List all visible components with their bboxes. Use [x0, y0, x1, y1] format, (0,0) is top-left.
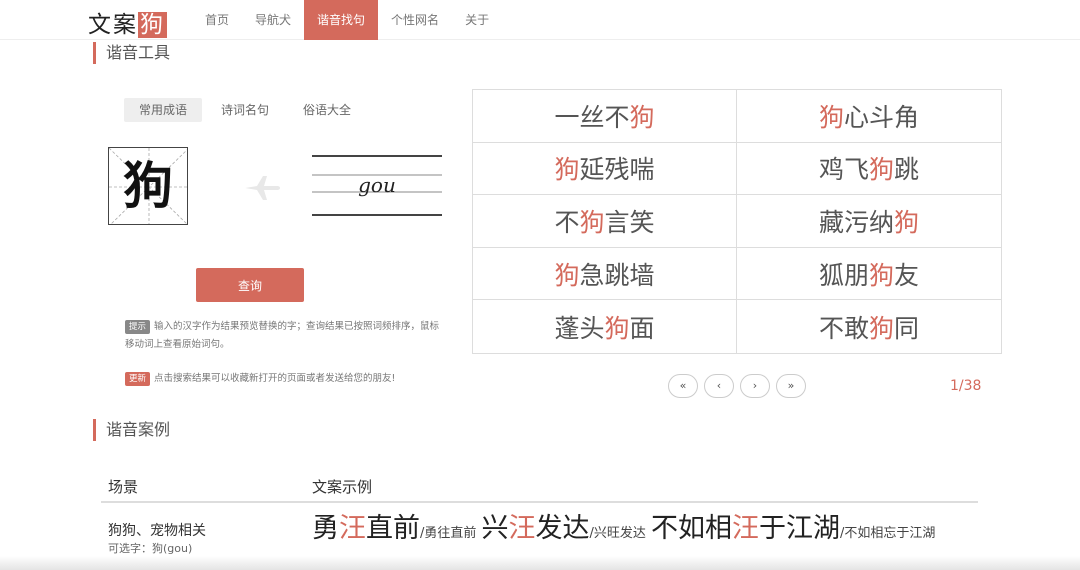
tab-proverbs[interactable]: 俗语大全	[288, 98, 366, 122]
next-page-button[interactable]: ›	[740, 374, 770, 398]
update-badge: 更新	[125, 372, 151, 386]
tip-text: 输入的汉字作为结果预览替换的字；查询结果已按照词频排序，鼠标移动词上查看原始词句…	[125, 321, 440, 350]
nav-item-homophone[interactable]: 谐音找句	[304, 0, 379, 40]
nav-item-about[interactable]: 关于	[452, 0, 502, 40]
update-message: 更新 点击搜索结果可以收藏新打开的页面或者发送给您的朋友!	[125, 370, 445, 388]
column-header-example: 文案示例	[312, 478, 373, 496]
result-cell[interactable]: 不敢狗同	[737, 300, 1001, 353]
tab-idioms[interactable]: 常用成语	[124, 98, 203, 122]
tip-message: 提示 输入的汉字作为结果预览替换的字；查询结果已按照词频排序，鼠标移动词上查看原始…	[125, 318, 445, 354]
logo-accent: 狗	[138, 12, 167, 38]
result-cell[interactable]: 狗心斗角	[737, 90, 1001, 143]
query-button[interactable]: 查询	[196, 268, 304, 302]
pinyin-text: gou	[358, 173, 396, 197]
category-tabs: 常用成语 诗词名句 俗语大全	[124, 98, 370, 122]
case-example: 勇汪直前/勇往直前 兴汪发达/兴旺发达 不如相汪于江湖/不如相忘于江湖	[312, 513, 936, 544]
last-page-button[interactable]: »	[776, 374, 806, 398]
pinyin-display: gou	[312, 155, 442, 217]
nav-item-nickname[interactable]: 个性网名	[378, 0, 452, 40]
result-cell[interactable]: 狐朋狗友	[737, 248, 1001, 301]
case-scene: 狗狗、宠物相关	[108, 523, 206, 539]
column-header-scene: 场景	[108, 478, 139, 496]
update-text: 点击搜索结果可以收藏新打开的页面或者发送给您的朋友!	[154, 373, 396, 384]
results-grid: 一丝不狗 狗心斗角 狗延残喘 鸡飞狗跳 不狗言笑 藏污纳狗 狗急跳墙 狐朋狗友 …	[472, 89, 1002, 354]
result-cell[interactable]: 鸡飞狗跳	[737, 143, 1001, 196]
result-cell[interactable]: 不狗言笑	[473, 195, 737, 248]
nav-item-home[interactable]: 首页	[192, 0, 242, 40]
first-page-button[interactable]: «	[668, 374, 698, 398]
tab-poems[interactable]: 诗词名句	[206, 98, 284, 122]
prev-page-button[interactable]: ‹	[704, 374, 734, 398]
tool-section-title: 谐音工具	[93, 42, 170, 64]
input-character: 狗	[123, 156, 173, 215]
top-nav: 文案狗 首页 导航犬 谐音找句 个性网名 关于	[0, 0, 1080, 40]
site-logo[interactable]: 文案狗	[88, 5, 167, 39]
tip-badge: 提示	[125, 320, 151, 334]
cases-section-title: 谐音案例	[93, 419, 170, 441]
result-cell[interactable]: 藏污纳狗	[737, 195, 1001, 248]
bottom-shadow	[0, 556, 1080, 570]
airplane-icon	[245, 176, 280, 200]
nav-item-navigation[interactable]: 导航犬	[242, 0, 304, 40]
page-count: 1/38	[950, 378, 982, 394]
result-cell[interactable]: 狗急跳墙	[473, 247, 737, 301]
char-input-box[interactable]: 狗	[108, 147, 188, 225]
result-cell[interactable]: 蓬头狗面	[473, 300, 737, 353]
case-sub: 可选字：狗(gou)	[108, 542, 193, 555]
result-cell[interactable]: 狗延残喘	[473, 142, 737, 196]
result-cell[interactable]: 一丝不狗	[473, 90, 737, 143]
nav-menu: 首页 导航犬 谐音找句 个性网名 关于	[192, 0, 502, 40]
cases-table-header: 场景 文案示例	[101, 468, 978, 503]
logo-text: 文案	[88, 12, 138, 38]
pagination: « ‹ › »	[668, 374, 812, 398]
